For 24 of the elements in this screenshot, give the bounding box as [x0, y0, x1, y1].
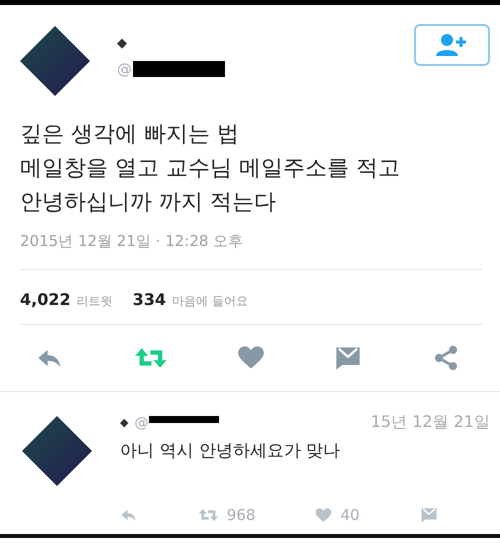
- stat-count: 334: [132, 290, 166, 309]
- retweet-icon[interactable]: [198, 507, 219, 523]
- handle-at: @: [117, 60, 132, 78]
- stat-count: 4,022: [20, 290, 71, 309]
- tweet-text: 메일창을 열고 교수님 메일주소를 적고: [20, 155, 401, 183]
- tweet-text: 깊은 생각에 빠지는 법: [20, 121, 240, 149]
- tweet-text: 안녕하십니까 까지 적는다: [20, 189, 277, 217]
- user-name: ◆: [117, 36, 128, 52]
- avatar-icon: [20, 26, 90, 96]
- like-count: 40: [340, 506, 360, 524]
- stat-label: 리트윗: [76, 293, 113, 310]
- timestamp: 2015년 12월 21일 · 12:28 오후: [20, 220, 482, 270]
- retweet-count: 968: [226, 506, 256, 524]
- reply-date: 15년 12월 21일: [370, 412, 490, 433]
- redaction-bar: [149, 416, 220, 423]
- avatar-icon: [22, 416, 92, 486]
- user-name: ◆: [120, 416, 128, 429]
- message-icon[interactable]: [420, 506, 438, 524]
- reply-text: 아니 역시 안녕하세요가 맞나: [120, 440, 342, 462]
- follow-button[interactable]: [414, 24, 490, 66]
- handle-at: @: [134, 414, 148, 430]
- stat-label: 마음에 들어요: [172, 293, 248, 310]
- add-user-icon: [435, 33, 469, 57]
- heart-icon[interactable]: [315, 506, 332, 524]
